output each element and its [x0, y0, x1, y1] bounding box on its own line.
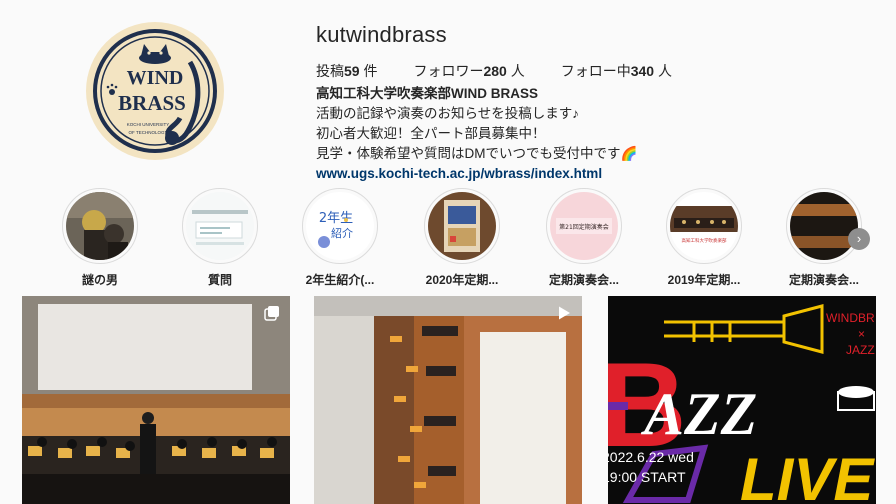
followers-label: フォロワー	[413, 63, 484, 79]
poster-side-text-3: JAZZ	[846, 343, 875, 357]
bio-line-3: 見学・体験希望や質問はDMでいつでも受付中です🌈	[316, 146, 638, 161]
highlight-5[interactable]: 第21回定期演奏会 定期演奏会...	[542, 188, 626, 288]
highlight-6-label: 2019年定期...	[667, 273, 741, 287]
post-2-image	[314, 296, 582, 504]
following-number: 340	[630, 63, 655, 79]
highlight-5-label: 定期演奏会...	[548, 273, 619, 287]
post-1-image	[22, 296, 290, 504]
profile-stats: 投稿59 件 フォロワー280 人 フォロー中340 人	[316, 62, 876, 80]
poster-date: 2022.6.22 wed	[608, 449, 694, 465]
story-highlights: 謎の男 質問 2年生 紹介 2年生紹介(... 2020年定期... 第21回定…	[58, 188, 878, 288]
wind-brass-logo: WIND BRASS KOCHI UNIVERSITY OF TECHNOLOG…	[88, 24, 222, 158]
poster-word-azz: AZZ	[640, 381, 757, 447]
post-3[interactable]: B AZZ WINDBR × JAZZ 2022.6.22 wed 19:00 …	[608, 296, 876, 504]
highlight-3-text-1: 2年生	[319, 211, 353, 226]
highlight-2[interactable]: 質問	[178, 188, 262, 288]
logo-brass-text: BRASS	[118, 91, 186, 115]
post-3-jazz-poster: B AZZ WINDBR × JAZZ 2022.6.22 wed 19:00 …	[608, 296, 876, 504]
highlight-5-text: 第21回定期演奏会	[559, 223, 609, 231]
highlight-1-thumbnail	[66, 192, 134, 260]
highlight-6-text: 高知工科大学吹奏楽部	[682, 237, 727, 244]
poster-time: 19:00 START	[608, 469, 686, 485]
profile-bio: 高知工科大学吹奏楽部WIND BRASS 活動の記録や演奏のお知らせを投稿します…	[316, 84, 876, 184]
highlight-4[interactable]: 2020年定期...	[420, 188, 504, 288]
highlight-1[interactable]: 謎の男	[58, 188, 142, 288]
bio-line-2: 初心者大歓迎！全パート部員募集中！	[316, 126, 546, 141]
followers-link[interactable]: フォロワー280 人	[413, 62, 524, 80]
highlight-2-label: 質問	[207, 273, 232, 287]
highlight-3[interactable]: 2年生 紹介 2年生紹介(...	[298, 188, 382, 288]
posts-number: 59	[344, 63, 360, 79]
logo-sub-1: KOCHI UNIVERSITY	[127, 122, 170, 127]
chevron-right-icon[interactable]: ›	[848, 228, 870, 250]
profile-username: kutwindbrass	[316, 22, 447, 47]
highlight-3-thumbnail: 2年生 紹介	[306, 192, 374, 260]
profile-info: kutwindbrass 投稿59 件 フォロワー280 人 フォロー中340 …	[316, 20, 876, 184]
logo-wind-text: WIND	[127, 67, 184, 89]
highlight-3-label: 2年生紹介(...	[305, 273, 375, 287]
highlight-5-thumbnail: 第21回定期演奏会	[550, 192, 618, 260]
profile-page: WIND BRASS KOCHI UNIVERSITY OF TECHNOLOG…	[0, 0, 896, 504]
following-unit: 人	[657, 63, 672, 79]
highlight-7-thumbnail	[790, 192, 858, 260]
bio-line-1: 活動の記録や演奏のお知らせを投稿します♪	[316, 106, 579, 121]
multiple-images-icon	[264, 305, 280, 321]
highlight-7-label: 定期演奏会...	[788, 273, 859, 287]
highlight-6-thumbnail: 高知工科大学吹奏楽部	[670, 192, 738, 260]
highlight-1-label: 謎の男	[81, 273, 118, 287]
highlight-6[interactable]: 高知工科大学吹奏楽部 2019年定期...	[662, 188, 746, 288]
posts-unit: 件	[363, 63, 378, 79]
posts-label: 投稿	[316, 63, 344, 79]
poster-word-live: LIVE	[740, 446, 875, 504]
bio-website-link[interactable]: www.ugs.kochi-tech.ac.jp/wbrass/index.ht…	[316, 164, 876, 184]
highlight-4-label: 2020年定期...	[425, 273, 499, 287]
followers-number: 280	[483, 63, 507, 79]
play-icon	[556, 305, 572, 321]
following-link[interactable]: フォロー中340 人	[561, 62, 672, 80]
highlight-2-thumbnail	[186, 192, 254, 260]
post-1[interactable]	[22, 296, 290, 504]
highlight-3-text-2: 紹介	[331, 227, 353, 240]
profile-full-name: 高知工科大学吹奏楽部WIND BRASS	[316, 86, 538, 101]
logo-sub-2: OF TECHNOLOGY	[129, 130, 168, 135]
profile-avatar[interactable]: WIND BRASS KOCHI UNIVERSITY OF TECHNOLOG…	[86, 22, 224, 160]
following-label: フォロー中	[560, 63, 631, 79]
poster-side-text-1: WINDBR	[826, 311, 875, 325]
poster-side-text-2: ×	[858, 327, 865, 341]
followers-unit: 人	[510, 63, 525, 79]
highlight-4-thumbnail	[428, 192, 496, 260]
posts-count: 投稿59 件	[316, 62, 377, 80]
post-2[interactable]	[314, 296, 582, 504]
